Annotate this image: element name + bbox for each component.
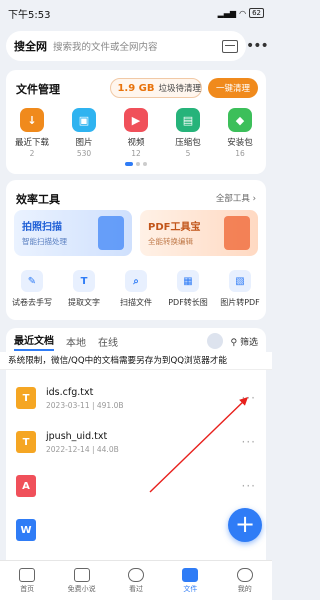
nav-label: 看过 [128,584,143,593]
folder-icon [182,567,199,582]
nav-label: 首页 [20,584,35,593]
nav-home[interactable]: 首页 [2,567,52,594]
add-button[interactable]: + [228,508,262,542]
user-icon [236,567,253,582]
nav-label: 我的 [237,584,252,593]
nav-label: 免费小说 [67,584,96,593]
history-icon [127,567,144,582]
annotation-arrow [149,397,249,493]
nav-novels[interactable]: 免费小说 [57,567,107,594]
nav-files[interactable]: 文件 [165,567,215,594]
bottom-nav: 首页 免费小说 看过 文件 我的 [0,560,272,600]
nav-me[interactable]: 我的 [220,567,270,594]
nav-label: 文件 [183,584,198,593]
home-icon [19,567,36,582]
book-icon [73,567,90,582]
nav-history[interactable]: 看过 [111,567,161,594]
